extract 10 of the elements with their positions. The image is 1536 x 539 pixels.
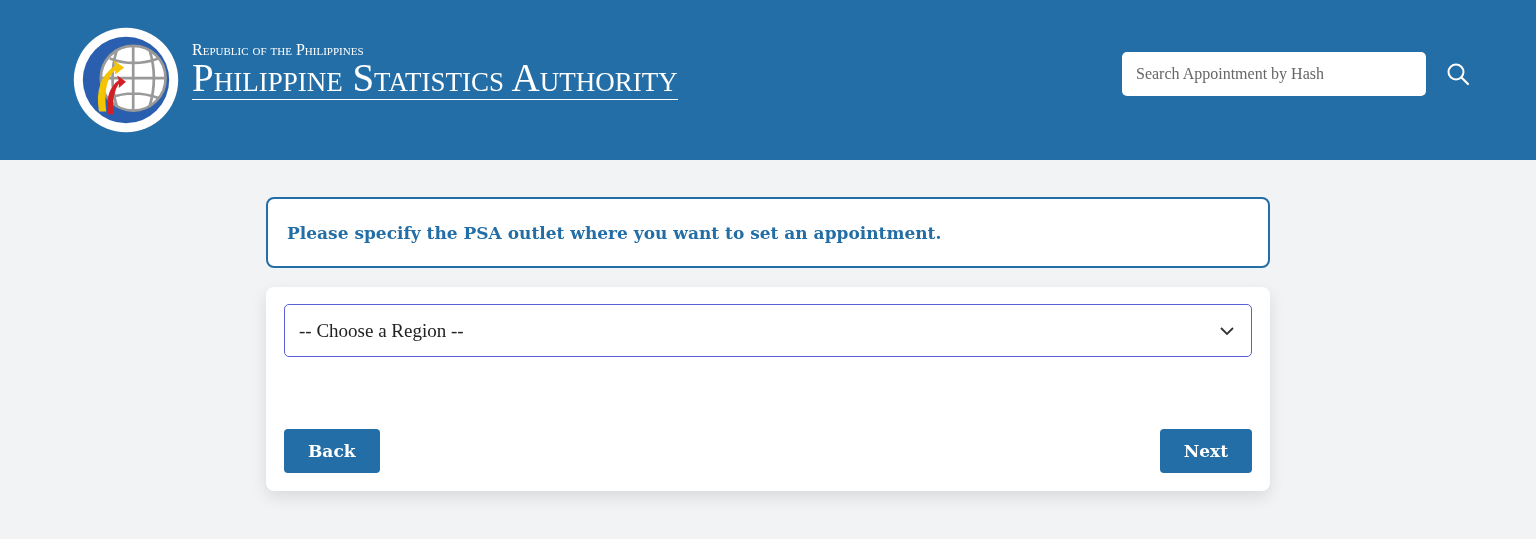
region-select[interactable]: -- Choose a Region -- [284,304,1252,357]
search-field[interactable]: Search Appointment by Hash [1122,52,1426,96]
logo-icon [72,26,180,134]
header-subtitle: Republic of the Philippines [192,40,365,59]
chevron-down-icon [1219,325,1235,336]
prompt-text: Please specify the PSA outlet where you want to set an appointment. [287,222,942,243]
back-button[interactable]: Back [284,429,380,473]
next-button[interactable]: Next [1159,429,1252,473]
header-title: Philippine Statistics Authority [192,58,678,100]
search-icon[interactable] [1446,62,1470,86]
